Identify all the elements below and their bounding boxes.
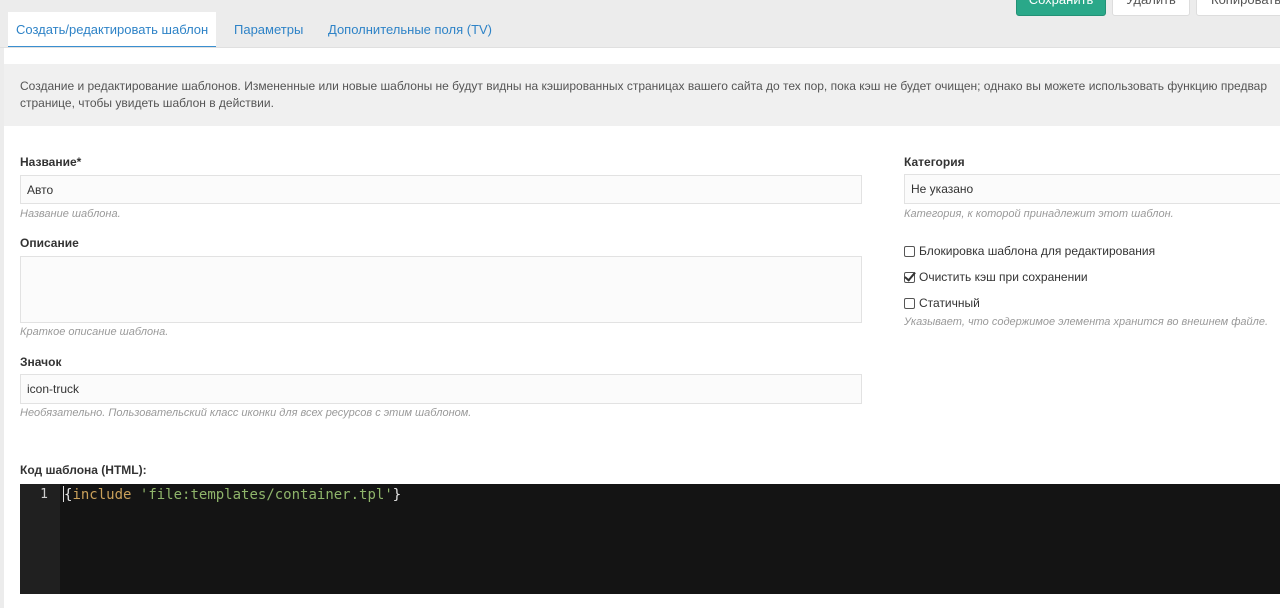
clear-cache-checkbox-row[interactable]: Очистить кэш при сохранении	[904, 270, 1088, 284]
save-button[interactable]: Сохранить	[1016, 0, 1106, 16]
static-hint: Указывает, что содержимое элемента храни…	[904, 316, 1269, 328]
code-editor[interactable]: 1 {include 'file:templates/container.tpl…	[20, 484, 1280, 594]
code-string: 'file:templates/container.tpl'	[139, 487, 393, 503]
copy-button[interactable]: Копировать	[1196, 0, 1280, 16]
lock-template-checkbox-row[interactable]: Блокировка шаблона для редактирования	[904, 244, 1155, 258]
name-input[interactable]	[20, 175, 862, 204]
delete-button[interactable]: Удалить	[1112, 0, 1190, 16]
template-description-notice: Создание и редактирование шаблонов. Изме…	[4, 64, 1280, 126]
description-textarea[interactable]	[20, 256, 862, 323]
icon-hint: Необязательно. Пользовательский класс ик…	[20, 407, 472, 419]
static-checkbox[interactable]	[904, 297, 915, 309]
lock-template-checkbox[interactable]	[904, 245, 915, 257]
code-keyword: include	[72, 487, 132, 503]
description-label: Описание	[20, 236, 79, 250]
category-label: Категория	[904, 155, 965, 169]
line-number: 1	[40, 487, 48, 502]
icon-label: Значок	[20, 355, 62, 369]
code-line[interactable]: {include 'file:templates/container.tpl'}	[63, 486, 402, 503]
notice-line-1: Создание и редактирование шаблонов. Изме…	[20, 79, 1268, 93]
clear-cache-label: Очистить кэш при сохранении	[919, 270, 1088, 284]
static-checkbox-row[interactable]: Статичный	[904, 296, 980, 310]
name-label: Название*	[20, 155, 82, 169]
category-hint: Категория, к которой принадлежит этот ша…	[904, 208, 1174, 220]
template-code-label: Код шаблона (HTML):	[20, 463, 147, 477]
icon-class-input[interactable]	[20, 374, 862, 404]
name-hint: Название шаблона.	[20, 208, 121, 220]
category-select[interactable]	[904, 174, 1280, 204]
static-label: Статичный	[919, 296, 980, 310]
tab-parameters[interactable]: Параметры	[226, 12, 311, 48]
action-toolbar: Сохранить Удалить Копировать	[1016, 0, 1280, 16]
description-hint: Краткое описание шаблона.	[20, 326, 169, 338]
editor-gutter: 1	[20, 484, 60, 594]
code-close-brace: }	[392, 487, 402, 503]
tab-create-edit-template[interactable]: Создать/редактировать шаблон	[8, 12, 217, 48]
lock-template-label: Блокировка шаблона для редактирования	[919, 244, 1156, 258]
notice-line-2: странице, чтобы увидеть шаблон в действи…	[20, 96, 274, 110]
tab-template-variables[interactable]: Дополнительные поля (TV)	[320, 12, 500, 48]
clear-cache-checkbox[interactable]	[904, 271, 915, 283]
